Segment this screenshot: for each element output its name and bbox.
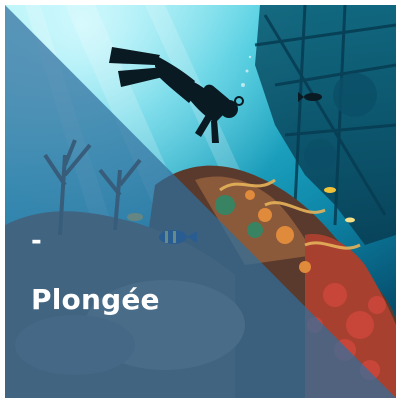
diving-scene-image	[5, 5, 396, 398]
category-tile-plongee[interactable]: - Plongée	[5, 5, 396, 398]
tile-title: Plongée	[31, 283, 160, 316]
tile-prefix: -	[31, 226, 42, 256]
